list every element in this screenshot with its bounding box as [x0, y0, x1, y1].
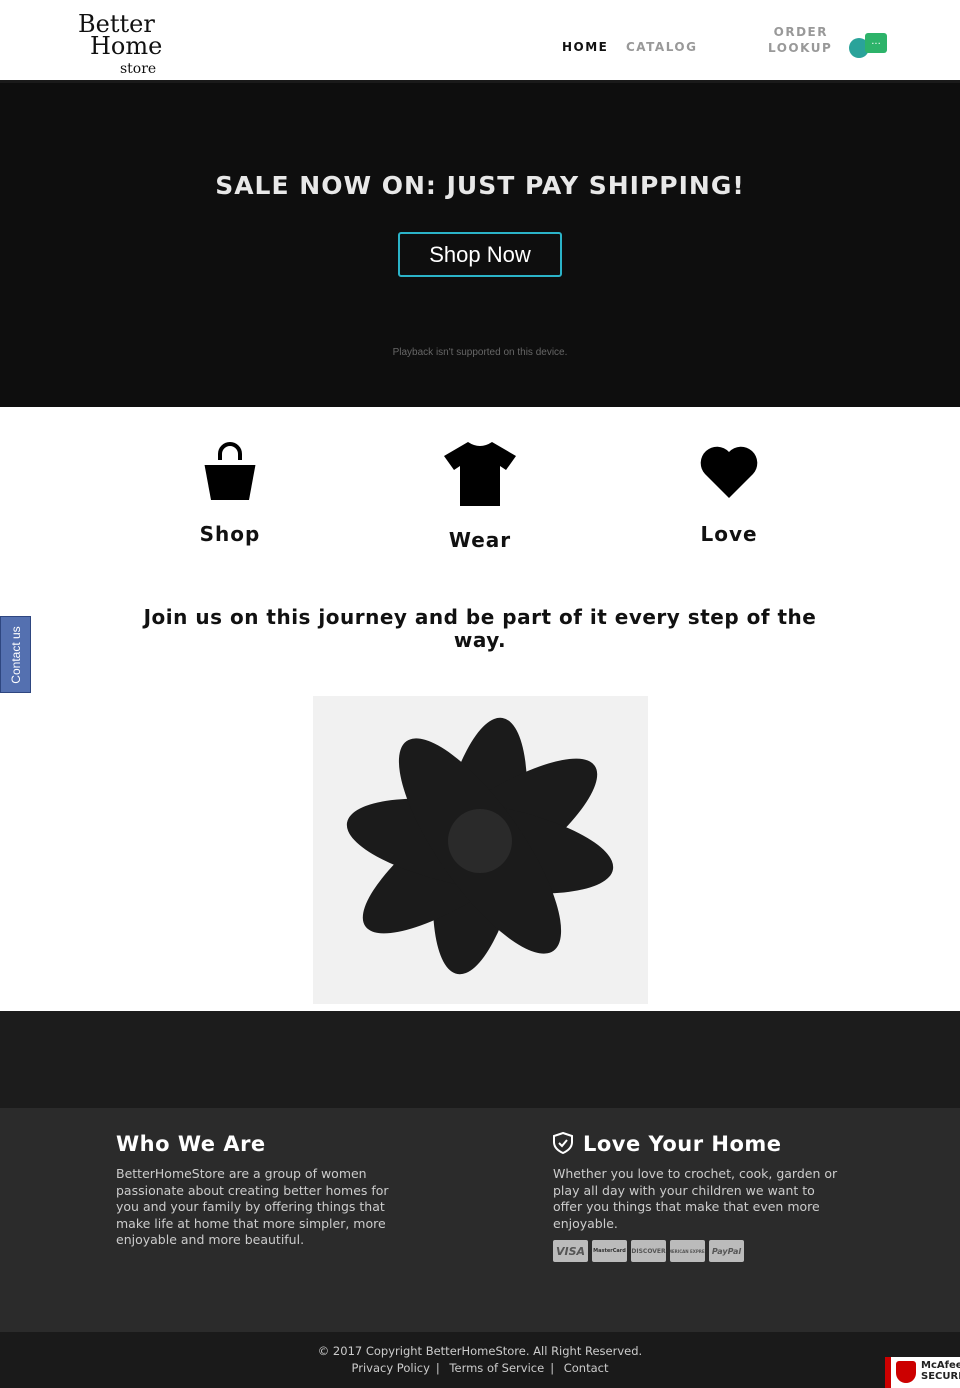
tshirt-icon — [444, 442, 516, 506]
who-we-are-title: Who We Are — [116, 1132, 266, 1156]
badge-text: SECURE — [921, 1371, 960, 1382]
logo[interactable]: Better Home store — [76, 12, 168, 80]
amex-icon: AMERICAN EXPRESS — [670, 1240, 705, 1262]
dark-band — [0, 1011, 960, 1108]
mcafee-secure-badge[interactable]: McAfeeSECURE — [885, 1357, 960, 1388]
payment-cards: VISA MasterCard DISCOVER AMERICAN EXPRES… — [553, 1240, 744, 1262]
feature-label: Love — [700, 522, 758, 546]
privacy-policy-link[interactable]: Privacy Policy — [352, 1361, 430, 1375]
love-your-home-title: Love Your Home — [583, 1132, 782, 1156]
nav-catalog[interactable]: CATALOG — [626, 40, 697, 54]
mastercard-icon: MasterCard — [592, 1240, 627, 1262]
shopping-bag-icon — [204, 442, 256, 500]
feature-shop[interactable]: Shop — [150, 440, 310, 546]
terms-link[interactable]: Terms of Service — [449, 1361, 544, 1375]
site-header: Better Home store HOME CATALOG ORDER LOO… — [0, 0, 960, 83]
contact-us-tab[interactable]: Contact us — [0, 616, 31, 693]
crochet-flower-image — [313, 696, 648, 1004]
nav-home[interactable]: HOME — [562, 40, 608, 54]
love-your-home-text: Whether you love to crochet, cook, garde… — [553, 1166, 838, 1231]
contact-tab-label: Contact us — [8, 625, 23, 684]
visa-icon: VISA — [553, 1240, 588, 1262]
tagline: Join us on this journey and be part of i… — [143, 605, 817, 652]
feature-label: Shop — [199, 522, 261, 546]
feature-label: Wear — [448, 528, 512, 552]
footer-bottom: © 2017 Copyright BetterHomeStore. All Ri… — [0, 1332, 960, 1388]
feature-wear[interactable]: Wear — [400, 440, 560, 552]
feature-love[interactable]: Love — [649, 440, 809, 546]
logo-line: store — [120, 61, 157, 77]
playback-message: Playback isn't supported on this device. — [392, 347, 568, 358]
paypal-icon: PayPal — [709, 1240, 744, 1262]
shield-check-icon — [553, 1132, 573, 1154]
mcafee-shield-icon — [896, 1361, 916, 1383]
footer: Who We Are BetterHomeStore are a group o… — [0, 1108, 960, 1332]
badge-text: McAfee — [921, 1360, 960, 1371]
logo-line: Home — [90, 32, 163, 60]
who-we-are-text: BetterHomeStore are a group of women pas… — [116, 1166, 389, 1247]
hero-title: SALE NOW ON: JUST PAY SHIPPING! — [215, 171, 745, 200]
nav-order-lookup[interactable]: ORDER LOOKUP — [768, 24, 831, 56]
chat-icon[interactable]: ... — [865, 33, 887, 53]
contact-link[interactable]: Contact — [564, 1361, 609, 1375]
heart-icon — [700, 446, 758, 498]
discover-icon: DISCOVER — [631, 1240, 666, 1262]
copyright: © 2017 Copyright BetterHomeStore. All Ri… — [317, 1344, 643, 1358]
shop-now-button[interactable]: Shop Now — [398, 232, 562, 277]
hero-banner: SALE NOW ON: JUST PAY SHIPPING! Shop Now… — [0, 83, 960, 407]
